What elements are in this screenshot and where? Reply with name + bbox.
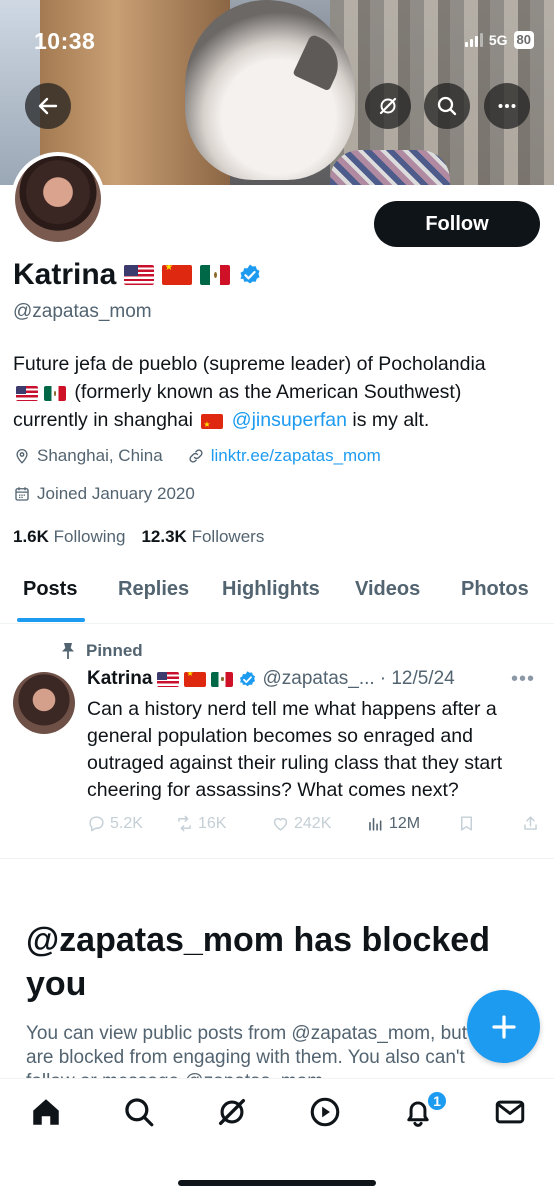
nav-messages[interactable] xyxy=(493,1095,527,1129)
grok-button[interactable] xyxy=(365,83,411,129)
bio-line-3-end: is my alt. xyxy=(352,409,430,431)
search-icon xyxy=(125,1098,154,1127)
post-divider xyxy=(0,858,554,859)
plus-icon xyxy=(491,1014,516,1039)
bio-line-3: currently in shanghai xyxy=(13,409,193,431)
mexico-flag-icon xyxy=(200,265,231,285)
link-icon xyxy=(189,449,203,463)
post-avatar[interactable] xyxy=(13,672,75,734)
profile-bio: Future jefa de pueblo (supreme leader) o… xyxy=(13,350,543,434)
heart-icon xyxy=(273,817,288,831)
nav-home[interactable] xyxy=(29,1095,63,1129)
battery-icon: 80 xyxy=(513,31,534,49)
post-date[interactable]: · 12/5/24 xyxy=(380,668,455,690)
more-horizontal-icon xyxy=(498,104,516,108)
grok-icon xyxy=(218,1098,246,1126)
banner-blanket xyxy=(330,150,450,185)
active-tab-indicator xyxy=(17,618,85,622)
profile-handle: @zapatas_mom xyxy=(13,301,152,322)
post-author[interactable]: Katrina xyxy=(87,668,152,690)
views-icon xyxy=(369,817,382,831)
post-header: Katrina @zapatas_... · 12/5/24 xyxy=(87,668,455,690)
follow-button[interactable]: Follow xyxy=(374,201,540,247)
tab-posts[interactable]: Posts xyxy=(23,578,77,601)
mexico-flag-icon xyxy=(211,671,234,687)
tab-replies[interactable]: Replies xyxy=(118,578,189,601)
arrow-left-icon xyxy=(38,97,58,115)
grok-icon xyxy=(379,97,397,115)
share-icon xyxy=(524,816,537,830)
us-flag-icon xyxy=(16,386,38,401)
profile-meta: Shanghai, China linktr.ee/zapatas_mom xyxy=(13,446,381,466)
signal-icon xyxy=(464,33,483,47)
china-flag-icon xyxy=(201,414,224,429)
profile-joined-row: Joined January 2020 xyxy=(13,484,195,504)
bio-line-1: Future jefa de pueblo (supreme leader) o… xyxy=(13,353,486,375)
reply-button[interactable]: 5.2K xyxy=(87,814,143,833)
bookmark-button[interactable] xyxy=(457,814,476,833)
video-icon xyxy=(310,1097,340,1127)
bookmark-icon xyxy=(461,816,472,831)
home-indicator[interactable] xyxy=(178,1180,376,1186)
profile-avatar[interactable] xyxy=(11,152,105,246)
profile-name: Katrina xyxy=(13,258,117,291)
mexico-flag-icon xyxy=(44,386,66,401)
profile-counts: 1.6K Following 12.3K Followers xyxy=(13,527,264,547)
pin-icon xyxy=(62,643,74,659)
like-button[interactable]: 242K xyxy=(271,814,331,833)
china-flag-icon xyxy=(162,265,193,285)
post-text[interactable]: Can a history nerd tell me what happens … xyxy=(87,696,547,804)
profile-name-row: Katrina xyxy=(13,258,262,292)
nav-grok[interactable] xyxy=(215,1095,249,1129)
status-bar: 10:38 5G 80 xyxy=(0,0,554,80)
share-button[interactable] xyxy=(521,814,540,833)
network-label: 5G xyxy=(488,32,508,48)
bio-line-2: (formerly known as the American Southwes… xyxy=(74,381,462,403)
post-actions: 5.2K 16K 242K 12M xyxy=(87,812,542,838)
tab-videos[interactable]: Videos xyxy=(355,578,420,601)
repost-button[interactable]: 16K xyxy=(175,814,226,833)
search-icon xyxy=(437,96,457,116)
reply-icon xyxy=(89,816,104,832)
us-flag-icon xyxy=(157,671,180,687)
following-link[interactable]: 1.6K Following xyxy=(13,527,125,547)
blocked-title: @zapatas_mom has blocked you xyxy=(26,921,490,1003)
blocked-text: You can view public posts from @zapatas_… xyxy=(26,1023,503,1078)
nav-search[interactable] xyxy=(122,1095,156,1129)
profile-website-link[interactable]: linktr.ee/zapatas_mom xyxy=(211,446,381,466)
location-pin-icon xyxy=(16,449,28,464)
profile-tabs: Posts Replies Highlights Videos Photos xyxy=(0,566,554,624)
status-indicators: 5G 80 xyxy=(464,31,534,49)
repost-icon xyxy=(178,815,191,832)
tab-highlights[interactable]: Highlights xyxy=(222,578,320,601)
compose-post-button[interactable] xyxy=(467,990,540,1063)
pinned-label: Pinned xyxy=(60,641,143,661)
views-button[interactable]: 12M xyxy=(366,814,420,833)
profile-joined: Joined January 2020 xyxy=(37,484,195,503)
verified-badge-icon[interactable] xyxy=(238,263,262,287)
profile-location: Shanghai, China xyxy=(37,446,163,465)
post-handle: @zapatas_... xyxy=(262,668,375,689)
tab-photos[interactable]: Photos xyxy=(461,578,529,601)
post-more-icon[interactable]: ••• xyxy=(511,668,535,691)
nav-video[interactable] xyxy=(308,1095,342,1129)
us-flag-icon xyxy=(124,265,155,285)
search-button[interactable] xyxy=(424,83,470,129)
calendar-icon xyxy=(15,487,29,501)
status-time: 10:38 xyxy=(34,28,96,54)
messages-icon xyxy=(495,1100,525,1124)
more-button[interactable] xyxy=(484,83,530,129)
verified-badge-icon xyxy=(240,670,256,686)
china-flag-icon xyxy=(184,671,207,687)
home-icon xyxy=(33,1099,59,1125)
bio-mention-link[interactable]: @jinsuperfan xyxy=(232,409,347,431)
back-button[interactable] xyxy=(25,83,71,129)
notification-badge: 1 xyxy=(426,1090,448,1112)
followers-link[interactable]: 12.3K Followers xyxy=(141,527,264,547)
